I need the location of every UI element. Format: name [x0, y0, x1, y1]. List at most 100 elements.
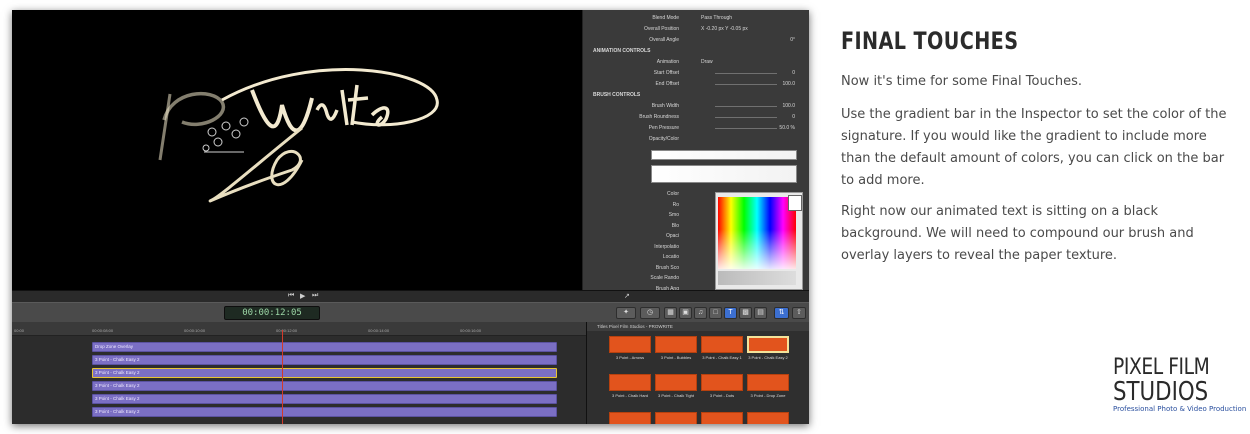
video-viewer — [12, 10, 582, 290]
title-thumbnail[interactable] — [701, 412, 743, 424]
title-thumbnail[interactable] — [609, 412, 651, 424]
logo-line1: PIXEL FILM — [1113, 355, 1210, 380]
inspector-row: Pen Pressure 50.0 % — [589, 124, 801, 132]
gradient-bar[interactable] — [651, 165, 797, 183]
tools-menu-icon[interactable]: ✦ — [616, 307, 636, 319]
timeline-clip[interactable]: 3 Point - Chalk Easy 2 — [92, 381, 557, 391]
inspector-row-value[interactable]: Pass Through — [701, 14, 732, 22]
next-frame-icon[interactable]: ⏭ — [312, 292, 318, 300]
timeline-clip[interactable]: 3 Point - Chalk Easy 2 — [92, 368, 557, 378]
title-thumbnail[interactable] — [701, 336, 743, 353]
play-icon[interactable]: ▶ — [300, 292, 305, 300]
inspector-row: BRUSH CONTROLS — [589, 91, 801, 99]
title-thumbnail-label: 3 Point - Chalk Tight — [657, 393, 695, 398]
title-thumbnail[interactable] — [609, 374, 651, 391]
inspector-row-number[interactable]: 100.0 — [782, 80, 795, 88]
page-title: FINAL TOUCHES — [841, 27, 1019, 55]
title-thumbnail[interactable] — [747, 336, 789, 353]
inspector-color-label: Color — [667, 191, 679, 197]
inspector-color-label: Scale Rando — [650, 275, 679, 281]
transport-bar: ⏮ ▶ ⏭ ↗ — [12, 290, 809, 302]
inspector-row-label: Animation — [656, 59, 679, 65]
timecode-display: 00:00:12:05 — [224, 306, 320, 320]
inspector-row-label: End Offset — [655, 81, 679, 87]
share-icon[interactable]: ⇧ — [792, 307, 806, 319]
inspector-row-number[interactable]: 100.0 — [782, 102, 795, 110]
inspector-row: Overall Position X -0.20 px Y -0.05 px — [589, 25, 801, 33]
title-thumbnail[interactable] — [655, 374, 697, 391]
timeline-clip[interactable]: Drop Zone Overlay — [92, 342, 557, 352]
inspector-color-label: Ro — [672, 201, 679, 208]
titles-browser-icon[interactable]: T — [724, 307, 737, 319]
color-spectrum[interactable] — [718, 197, 796, 269]
ruler-tick: 00:00 — [14, 328, 25, 333]
ruler-tick: 00:00:10:00 — [184, 328, 206, 333]
inspector-slider[interactable] — [715, 117, 777, 118]
title-thumbnail-label: 3 Point - Chalk Hard — [611, 393, 648, 398]
title-thumbnail[interactable] — [747, 412, 789, 424]
inspector-color-label: Locatio — [662, 254, 679, 260]
inspector-slider[interactable] — [715, 73, 777, 74]
timeline-clip[interactable]: 3 Point - Chalk Easy 2 — [92, 394, 557, 404]
inspector-row-number[interactable]: 0 — [792, 113, 795, 121]
inspector-row-value[interactable]: X -0.20 px Y -0.05 px — [701, 25, 748, 33]
inspector-row-label: Brush Roundness — [639, 114, 679, 120]
titles-browser: Titles Pixel Film Studios - PROWRITE 3 P… — [586, 322, 809, 424]
fullscreen-icon[interactable]: ↗ — [624, 292, 630, 300]
photos-browser-icon[interactable]: ▣ — [679, 307, 692, 319]
inspector-row-label: Overall Angle — [649, 37, 679, 43]
inspector-row: Overall Angle 0° — [589, 36, 801, 44]
inspector-row-number[interactable]: 0° — [790, 36, 795, 44]
title-thumbnail-label: 3 Point - Chalk Easy 2 — [748, 355, 788, 360]
title-thumbnail[interactable] — [701, 374, 743, 391]
title-thumbnail[interactable] — [747, 374, 789, 391]
inspector-color-label: Smo — [668, 212, 679, 218]
brightness-strip[interactable] — [718, 271, 796, 285]
color-swatch[interactable] — [788, 195, 802, 211]
inspector-row-label: Start Offset — [653, 70, 679, 76]
inspector-row-number[interactable]: 50.0 % — [779, 124, 795, 132]
gradient-bar-top[interactable] — [651, 150, 797, 160]
themes-browser-icon[interactable]: ▤ — [754, 307, 767, 319]
inspector-row-label: Blend Mode — [652, 15, 679, 21]
title-thumbnail[interactable] — [655, 412, 697, 424]
ruler-tick: 00:00:12:00 — [276, 328, 298, 333]
inspector-row: ANIMATION CONTROLS — [589, 47, 801, 55]
inspector-slider[interactable] — [715, 128, 777, 129]
music-browser-icon[interactable]: ♫ — [694, 307, 707, 319]
generators-browser-icon[interactable]: ▩ — [739, 307, 752, 319]
timeline-ruler[interactable]: 00:00 00:00:08:00 00:00:10:00 00:00:12:0… — [12, 322, 586, 336]
inspector-row: Blend Mode Pass Through — [589, 14, 801, 22]
fcpx-screenshot: Blend Mode Pass Through Overall Position X … — [12, 10, 809, 424]
title-thumbnail-label: 3 Point - Chalk Easy 1 — [702, 355, 742, 360]
title-thumbnail-label: 3 Point - Drop Zone — [750, 393, 786, 398]
inspector-slider[interactable] — [715, 106, 777, 107]
paragraph-background: Right now our animated text is sitting o… — [841, 204, 1194, 263]
title-thumbnail[interactable] — [609, 336, 651, 353]
transitions-browser-icon[interactable]: □ — [709, 307, 722, 319]
title-thumbnail-label: 3 Point - Arrows — [615, 355, 645, 360]
inspector-row: Start Offset 0 — [589, 69, 801, 77]
logo-line2: STUDIOS — [1113, 377, 1209, 407]
inspector-row-number[interactable]: 0 — [792, 69, 795, 77]
playhead[interactable] — [282, 330, 283, 424]
inspector-slider[interactable] — [715, 84, 777, 85]
inspector-row-label: Opacity/Color — [648, 136, 679, 142]
effects-browser-icon[interactable]: ▦ — [664, 307, 677, 319]
signature-artwork — [158, 68, 439, 203]
timeline[interactable]: 00:00 00:00:08:00 00:00:10:00 00:00:12:0… — [12, 322, 586, 424]
inspector-row-value[interactable]: Draw — [701, 58, 713, 66]
ruler-tick: 00:00:14:00 — [368, 328, 390, 333]
timeline-clip[interactable]: 3 Point - Chalk Easy 2 — [92, 407, 557, 417]
color-picker-popup[interactable] — [715, 192, 803, 290]
retime-menu-icon[interactable]: ◷ — [640, 307, 660, 319]
inspector-color-label: Blo — [671, 222, 679, 229]
paragraph-gradient: Use the gradient bar in the Inspector to… — [841, 107, 1227, 188]
toolbar: 00:00:12:05 ✦ ◷ ▦ ▣ ♫ □ T ▩ ▤ ⇅ ⇧ — [12, 302, 809, 322]
inspector-color-label: Brush Sco — [655, 264, 679, 271]
inspector-toggle-icon[interactable]: ⇅ — [774, 307, 789, 319]
prev-frame-icon[interactable]: ⏮ — [288, 292, 294, 300]
timeline-clip[interactable]: 3 Point - Chalk Easy 2 — [92, 355, 557, 365]
inspector-row: Animation Draw — [589, 58, 801, 66]
title-thumbnail[interactable] — [655, 336, 697, 353]
